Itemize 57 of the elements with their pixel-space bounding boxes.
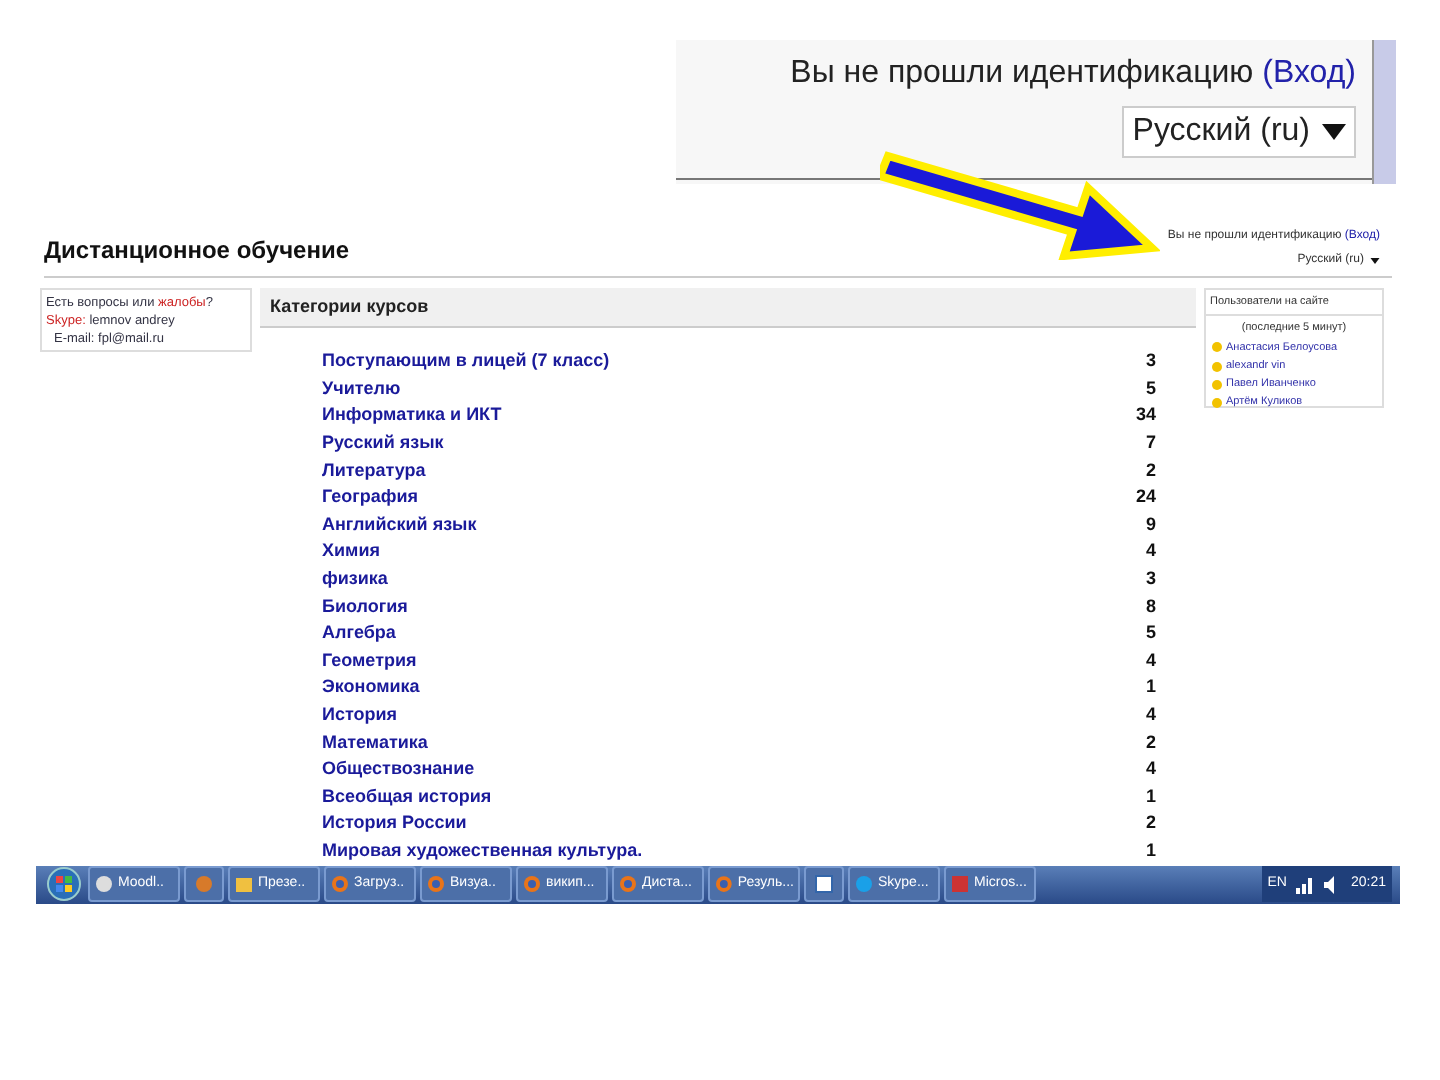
scrollbar[interactable] <box>1372 40 1396 184</box>
taskbar-icon-button[interactable] <box>804 866 844 903</box>
category-link[interactable]: География <box>322 484 419 512</box>
course-count: 9 <box>1145 511 1156 538</box>
course-count: 3 <box>1145 348 1156 375</box>
category-link[interactable]: Алгебра <box>322 620 396 648</box>
category-link[interactable]: Русский язык <box>322 430 444 458</box>
course-count: 4 <box>1145 538 1156 565</box>
course-count: 1 <box>1145 783 1156 810</box>
course-count: 1 <box>1145 674 1156 701</box>
browser-icon <box>618 874 638 895</box>
signal-icon[interactable] <box>1294 875 1315 894</box>
category-link[interactable]: Английский язык <box>322 511 477 539</box>
category-link[interactable]: Экономика <box>322 674 420 702</box>
category-link[interactable]: Химия <box>322 538 380 566</box>
course-count: 34 <box>1135 402 1156 429</box>
course-count: 1 <box>1145 837 1156 864</box>
course-count: 8 <box>1145 593 1156 620</box>
course-count: 2 <box>1145 457 1156 484</box>
login-link[interactable]: (Вход) <box>1262 56 1356 90</box>
folder-icon <box>234 874 254 895</box>
course-count: 24 <box>1135 484 1156 511</box>
category-link[interactable]: Всеобщая история <box>322 783 492 811</box>
login-status-text: Вы не прошли идентификацию (Вход) <box>790 54 1356 94</box>
browser-icon <box>714 874 734 895</box>
category-link[interactable]: Литература <box>322 457 426 485</box>
category-link[interactable]: Информатика и ИКТ <box>322 402 502 430</box>
category-link[interactable]: История <box>322 702 398 729</box>
category-link[interactable]: Поступающим в лицей (7 класс) <box>322 348 610 376</box>
course-count: 5 <box>1145 375 1156 402</box>
course-count: 2 <box>1145 729 1156 756</box>
course-count: 4 <box>1145 756 1156 783</box>
course-count: 5 <box>1145 620 1156 647</box>
category-link[interactable]: Математика <box>322 729 428 757</box>
document-icon <box>950 874 970 895</box>
category-link[interactable]: Мировая художественная культура. <box>322 837 643 865</box>
window-icon <box>814 874 834 895</box>
category-link[interactable]: Учителю <box>322 375 401 403</box>
category-link[interactable]: физика <box>322 566 388 594</box>
start-button[interactable] <box>44 866 84 903</box>
category-link[interactable]: История России <box>322 810 467 838</box>
category-link[interactable]: Обществознание <box>322 756 475 784</box>
course-count: 7 <box>1145 430 1156 457</box>
category-link[interactable]: Геометрия <box>322 647 417 675</box>
course-count: 4 <box>1145 647 1156 674</box>
categories-header: Категории курсов <box>260 288 1196 329</box>
language-dropdown[interactable]: Русский (ru) <box>1122 106 1356 158</box>
course-count: 3 <box>1145 566 1156 593</box>
browser-icon <box>426 874 446 895</box>
course-count: 2 <box>1145 810 1156 837</box>
dropdown-arrow-icon <box>1370 258 1380 264</box>
dropdown-arrow-icon <box>1322 124 1346 140</box>
browser-icon <box>522 874 542 895</box>
category-link[interactable]: Биология <box>322 593 408 621</box>
site-title: Дистанционное обучение <box>44 234 350 268</box>
browser-icon <box>330 874 350 895</box>
course-count: 4 <box>1145 702 1156 728</box>
